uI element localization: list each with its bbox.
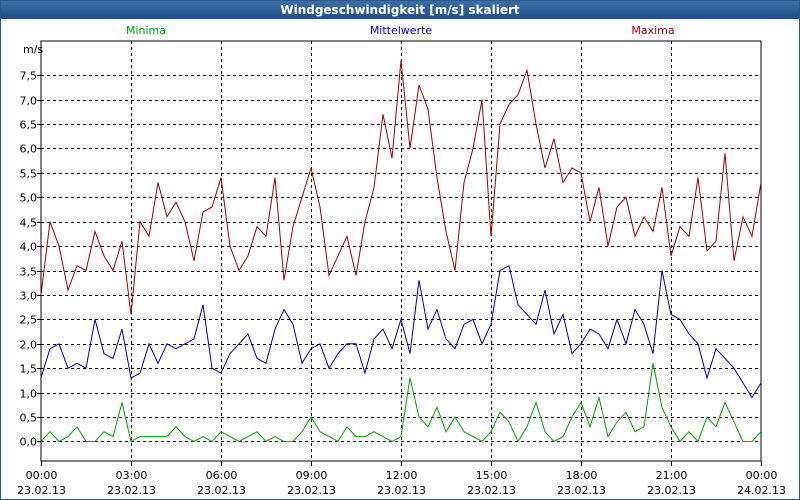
y-tick-label: 4,5 (20, 217, 38, 230)
y-tick-label: 0,0 (20, 436, 38, 449)
x-tick-time: 21:00 (656, 469, 688, 482)
chart-window: Windgeschwindigkeit [m/s] skaliert 0,0 0,… (0, 0, 800, 500)
x-tick-date: 23.02.13 (647, 484, 696, 497)
window-title: Windgeschwindigkeit [m/s] skaliert (1, 1, 799, 19)
y-tick-label: 1,5 (20, 363, 38, 376)
x-tick-time: 00:00 (746, 469, 778, 482)
y-tick-label: 2,0 (20, 339, 38, 352)
y-tick-label: 2,5 (20, 314, 38, 327)
x-tick-date: 23.02.13 (467, 484, 516, 497)
legend-maxima: Maxima (631, 24, 674, 37)
y-tick-label: 6,5 (20, 119, 38, 132)
x-tick-time: 09:00 (296, 469, 328, 482)
x-tick-time: 15:00 (476, 469, 508, 482)
x-tick-time: 03:00 (116, 469, 148, 482)
y-tick-label: 0,5 (20, 412, 38, 425)
x-tick-date: 23.02.13 (377, 484, 426, 497)
wind-speed-chart: 0,0 0,5 1,0 1,5 2,0 2,5 3,0 3,5 4,0 4,5 5,0 5,5 6,0 6… (17, 24, 786, 497)
x-tick-date: 23.02.13 (197, 484, 246, 497)
x-tick-time: 18:00 (566, 469, 598, 482)
y-tick-label: 5,0 (20, 192, 38, 205)
y-tick-label: 4,0 (20, 241, 38, 254)
x-tick-date: 23.02.13 (557, 484, 606, 497)
x-tick-date: 23.02.13 (107, 484, 156, 497)
y-tick-label: 3,0 (20, 290, 38, 303)
legend-mittelwerte: Mittelwerte (370, 24, 433, 37)
x-tick-time: 00:00 (26, 469, 58, 482)
y-tick-label: 5,5 (20, 168, 38, 181)
y-tick-label: 6,0 (20, 143, 38, 156)
y-tick-label: 7,5 (20, 70, 38, 83)
y-tick-label: 1,0 (20, 388, 38, 401)
chart-grid (41, 41, 761, 461)
legend-minima: Minima (126, 24, 166, 37)
y-tick-label: 7,0 (20, 95, 38, 108)
y-axis-unit: m/s (23, 43, 43, 56)
y-tick-label: 3,5 (20, 266, 38, 279)
x-tick-date: 24.02.13 (737, 484, 786, 497)
x-tick-date: 23.02.13 (17, 484, 66, 497)
x-tick-date: 23.02.13 (287, 484, 336, 497)
x-tick-time: 06:00 (206, 469, 238, 482)
x-tick-time: 12:00 (386, 469, 418, 482)
